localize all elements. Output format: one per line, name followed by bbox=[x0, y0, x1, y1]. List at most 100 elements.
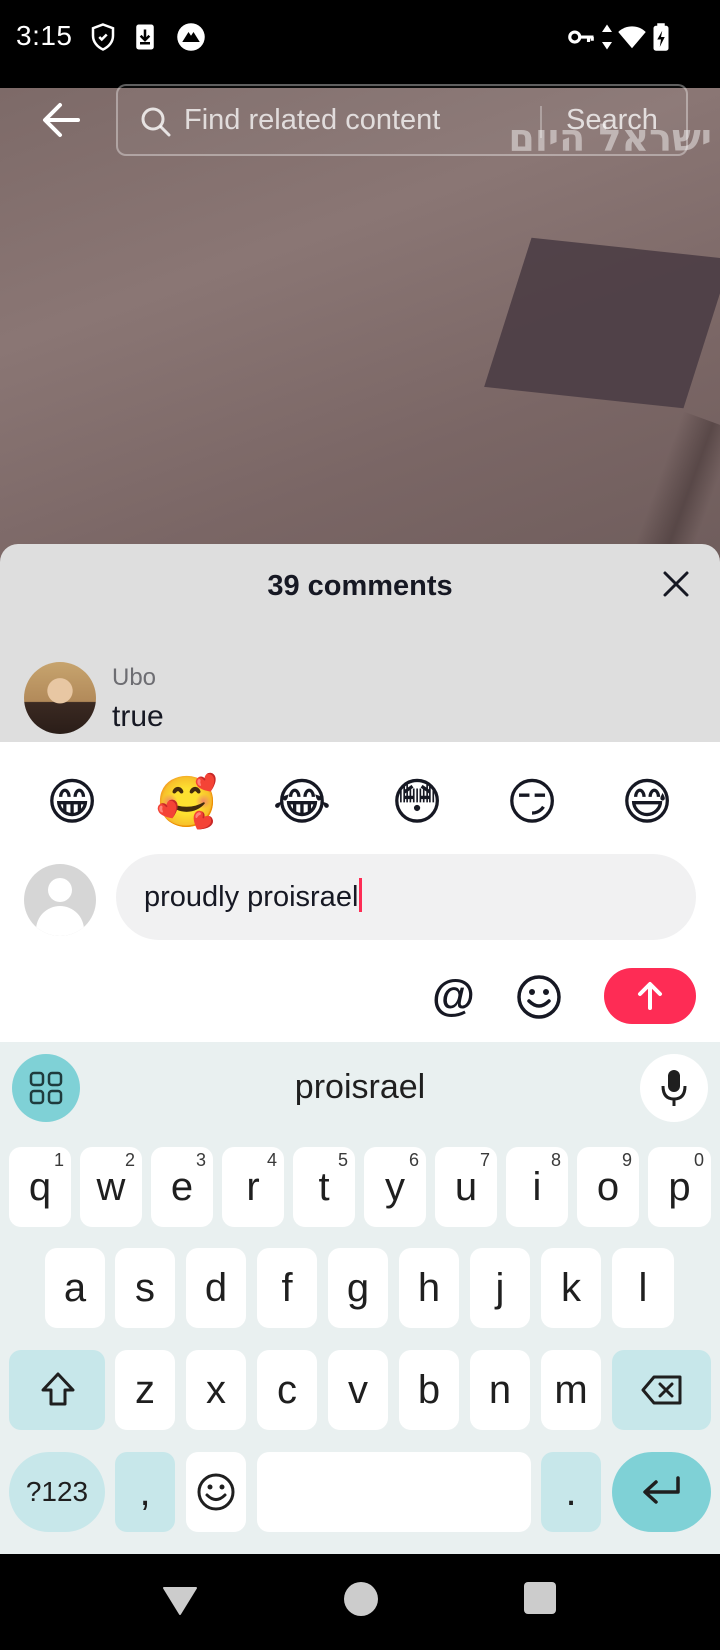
search-button[interactable]: Search bbox=[566, 104, 658, 137]
comment-input-value[interactable]: proudly proisrael bbox=[144, 881, 358, 913]
comment-text: true bbox=[112, 700, 164, 733]
search-placeholder[interactable]: Find related content bbox=[184, 104, 440, 137]
nav-recents-icon[interactable] bbox=[524, 1582, 556, 1614]
comment-input-wrapper: proudly proisrael bbox=[144, 878, 363, 914]
comment-username[interactable]: Ubo bbox=[112, 664, 156, 692]
shield-icon bbox=[91, 23, 115, 51]
key-s[interactable]: s bbox=[115, 1248, 175, 1328]
quick-emoji-row: 😁 🥰 😂 😳 😏 😅 bbox=[0, 770, 720, 834]
on-screen-keyboard: proisrael q1 w2 e3 r4 t5 y6 u7 i8 o9 p0 … bbox=[0, 1042, 720, 1554]
comment-item[interactable]: Ubo true bbox=[24, 662, 704, 742]
video-frame-object bbox=[484, 237, 720, 409]
key-m[interactable]: m bbox=[541, 1350, 601, 1430]
key-g[interactable]: g bbox=[328, 1248, 388, 1328]
key-p[interactable]: p0 bbox=[648, 1147, 711, 1227]
shift-key[interactable] bbox=[9, 1350, 105, 1430]
arrow-up-icon bbox=[638, 982, 662, 1010]
text-caret bbox=[359, 878, 363, 912]
key-f[interactable]: f bbox=[257, 1248, 317, 1328]
key-o[interactable]: o9 bbox=[577, 1147, 639, 1227]
enter-arrow-icon bbox=[643, 1476, 680, 1504]
quick-emoji-flushed[interactable]: 😳 bbox=[385, 770, 449, 834]
battery-charging-icon bbox=[653, 23, 669, 51]
quick-emoji-hearts[interactable]: 🥰 bbox=[155, 770, 219, 834]
emoji-key[interactable] bbox=[186, 1452, 246, 1532]
key-label: i bbox=[532, 1165, 542, 1209]
key-e[interactable]: e3 bbox=[151, 1147, 213, 1227]
key-hint: 4 bbox=[266, 1150, 277, 1170]
key-label: o bbox=[596, 1165, 620, 1209]
nav-home-icon[interactable] bbox=[344, 1582, 378, 1616]
vpn-key-icon bbox=[568, 30, 594, 44]
comma-key[interactable]: , bbox=[115, 1452, 175, 1532]
emoji-picker-icon[interactable] bbox=[516, 974, 562, 1020]
key-d[interactable]: d bbox=[186, 1248, 246, 1328]
avatar[interactable] bbox=[24, 662, 96, 734]
send-button[interactable] bbox=[604, 968, 696, 1024]
quick-emoji-sweat[interactable]: 😅 bbox=[615, 770, 679, 834]
emoji-icon bbox=[197, 1473, 235, 1511]
close-icon[interactable] bbox=[660, 568, 692, 600]
key-j[interactable]: j bbox=[470, 1248, 530, 1328]
period-key[interactable]: . bbox=[541, 1452, 601, 1532]
key-c[interactable]: c bbox=[257, 1350, 317, 1430]
back-arrow-icon[interactable] bbox=[38, 100, 86, 140]
key-hint: 3 bbox=[195, 1150, 206, 1170]
search-divider bbox=[540, 106, 542, 138]
key-a[interactable]: a bbox=[45, 1248, 105, 1328]
key-w[interactable]: w2 bbox=[80, 1147, 142, 1227]
key-hint: 6 bbox=[408, 1150, 419, 1170]
system-nav-bar bbox=[0, 1554, 720, 1650]
key-q[interactable]: q1 bbox=[9, 1147, 71, 1227]
shift-arrow-icon bbox=[41, 1372, 75, 1406]
voice-input-button[interactable] bbox=[640, 1054, 708, 1122]
mention-button[interactable]: @ bbox=[432, 972, 475, 1020]
key-hint: 9 bbox=[621, 1150, 632, 1170]
avatar-body-shape bbox=[36, 906, 84, 936]
quick-emoji-grin[interactable]: 😁 bbox=[40, 770, 104, 834]
backspace-icon bbox=[641, 1375, 682, 1405]
avatar-head-shape bbox=[48, 878, 72, 902]
key-i[interactable]: i8 bbox=[506, 1147, 568, 1227]
enter-key[interactable] bbox=[612, 1452, 711, 1532]
key-label: t bbox=[318, 1165, 330, 1209]
key-label: p bbox=[668, 1165, 691, 1209]
key-z[interactable]: z bbox=[115, 1350, 175, 1430]
comment-composer: 😁 🥰 😂 😳 😏 😅 proudly proisrael @ bbox=[0, 742, 720, 1042]
backspace-key[interactable] bbox=[612, 1350, 711, 1430]
search-icon bbox=[141, 107, 171, 137]
quick-emoji-smirk[interactable]: 😏 bbox=[500, 770, 564, 834]
key-r[interactable]: r4 bbox=[222, 1147, 284, 1227]
video-player[interactable]: ישראל היום bbox=[0, 88, 720, 568]
keyboard-suggestion[interactable]: proisrael bbox=[0, 1068, 720, 1107]
key-hint: 7 bbox=[479, 1150, 490, 1170]
key-k[interactable]: k bbox=[541, 1248, 601, 1328]
key-l[interactable]: l bbox=[612, 1248, 674, 1328]
key-y[interactable]: y6 bbox=[364, 1147, 426, 1227]
key-h[interactable]: h bbox=[399, 1248, 459, 1328]
key-x[interactable]: x bbox=[186, 1350, 246, 1430]
microphone-icon bbox=[661, 1070, 687, 1106]
comment-input[interactable]: proudly proisrael bbox=[116, 854, 696, 940]
app-notification-icon bbox=[177, 23, 205, 51]
nav-back-icon[interactable] bbox=[162, 1584, 198, 1616]
key-b[interactable]: b bbox=[399, 1350, 459, 1430]
key-n[interactable]: n bbox=[470, 1350, 530, 1430]
comments-title: 39 comments bbox=[267, 570, 453, 602]
download-icon bbox=[136, 24, 154, 50]
key-hint: 1 bbox=[53, 1150, 64, 1170]
quick-emoji-laugh[interactable]: 😂 bbox=[270, 770, 334, 834]
user-avatar bbox=[24, 864, 96, 936]
top-bar: Find related content Search bbox=[0, 84, 720, 156]
key-label: e bbox=[170, 1165, 194, 1209]
status-time: 3:15 bbox=[16, 20, 73, 51]
key-label: w bbox=[96, 1165, 126, 1209]
key-u[interactable]: u7 bbox=[435, 1147, 497, 1227]
key-v[interactable]: v bbox=[328, 1350, 388, 1430]
status-bar: 3:15 bbox=[0, 0, 720, 88]
key-t[interactable]: t5 bbox=[293, 1147, 355, 1227]
space-key[interactable] bbox=[257, 1452, 531, 1532]
symbols-key[interactable]: ?123 bbox=[9, 1452, 105, 1532]
search-bar[interactable]: Find related content Search bbox=[116, 84, 688, 156]
wifi-icon bbox=[618, 26, 646, 49]
